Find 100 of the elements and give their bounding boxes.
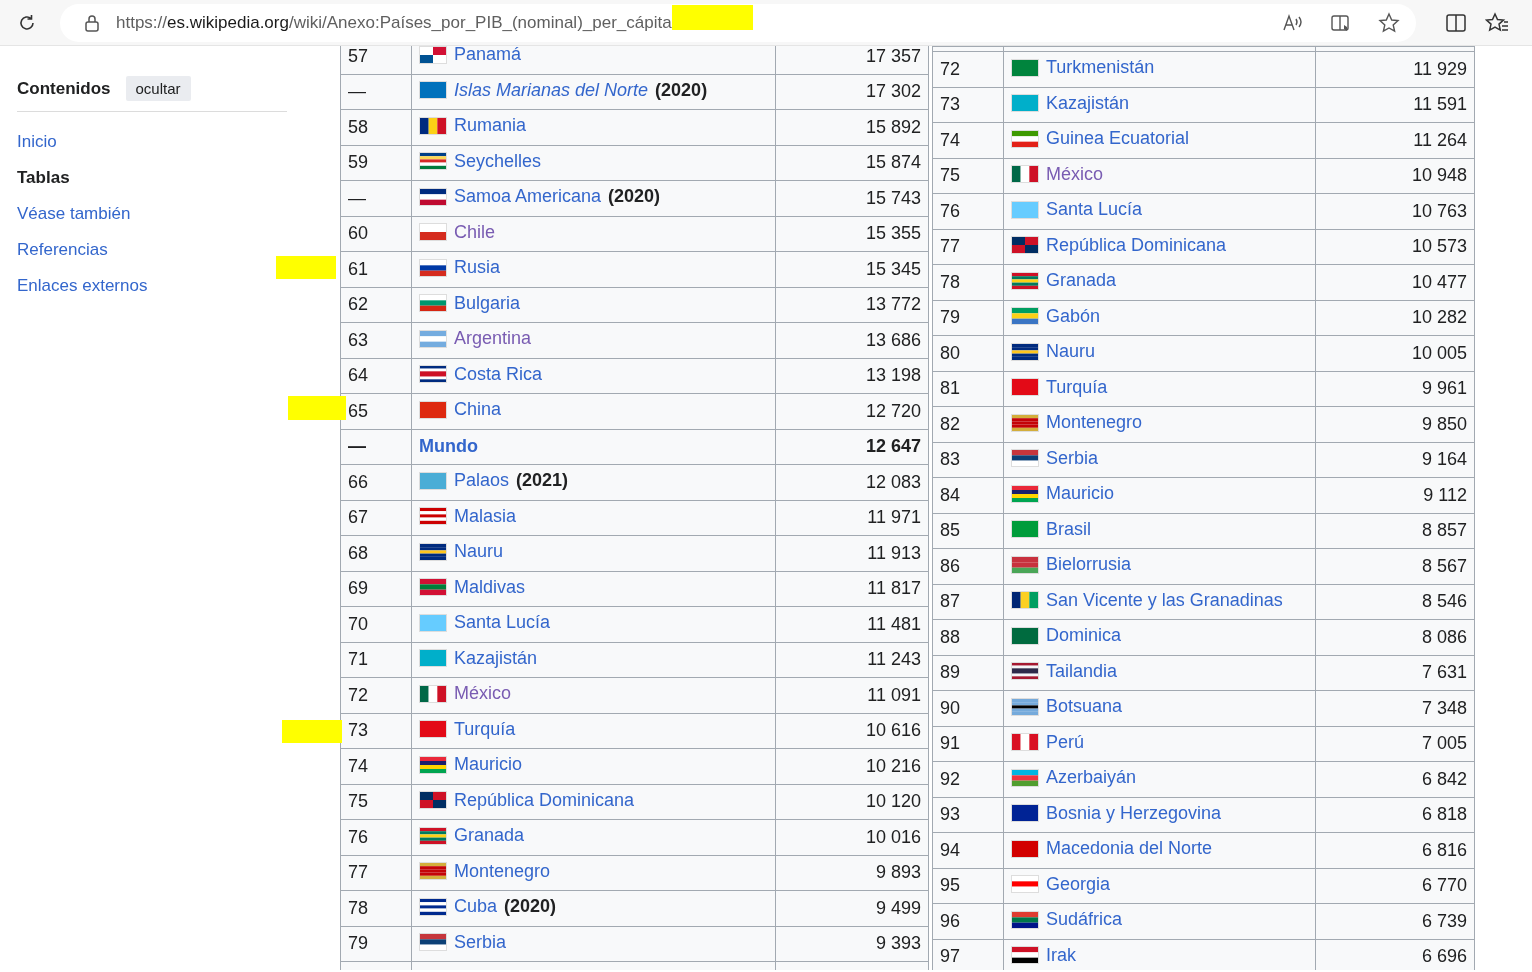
flag-icon [419, 826, 447, 845]
country-link[interactable]: Cuba [454, 896, 498, 917]
rank-cell: 76 [932, 193, 1004, 229]
gdp-cell: 13 772 [775, 287, 929, 323]
flag-icon [419, 933, 447, 951]
country-link[interactable]: Rumania [454, 115, 527, 136]
gdp-cell: 17 302 [775, 74, 929, 110]
country-link[interactable]: Samoa Americana [454, 186, 602, 207]
country-link[interactable]: China [454, 399, 502, 420]
rank-cell: 74 [932, 122, 1004, 158]
gdp-cell: 10 120 [775, 784, 929, 820]
toc-item[interactable]: Tablas [17, 160, 70, 196]
rank-cell: 85 [932, 513, 1004, 549]
country-link[interactable]: Santa Lucía [1046, 199, 1143, 220]
reload-icon[interactable] [17, 12, 37, 33]
flag-icon [419, 755, 447, 774]
country-link[interactable]: Santa Lucía [454, 612, 551, 633]
country-link[interactable]: Nauru [454, 541, 504, 562]
flag-icon [1011, 378, 1039, 396]
country-link[interactable]: Mauricio [454, 754, 523, 775]
flag-icon [1011, 946, 1039, 964]
flag-icon [1011, 129, 1039, 148]
country-link[interactable]: Mauricio [1046, 483, 1115, 504]
read-aloud-icon[interactable] [1282, 12, 1304, 33]
hide-button[interactable]: ocultar [125, 76, 191, 101]
gdp-cell: 13 198 [775, 358, 929, 394]
country-link[interactable]: Granada [1046, 270, 1117, 291]
gdp-cell: 11 971 [775, 500, 929, 536]
favorites-icon[interactable] [1485, 11, 1509, 34]
country-link[interactable]: Montenegro [1046, 412, 1143, 433]
country-link[interactable]: Sudáfrica [1046, 909, 1123, 930]
star-icon[interactable] [1378, 11, 1400, 34]
country-link[interactable]: Irak [1046, 944, 1076, 966]
country-link[interactable]: Kazajistán [454, 647, 538, 669]
toc-item[interactable]: Inicio [17, 124, 57, 160]
country-link[interactable]: Seychelles [454, 150, 542, 172]
country-link[interactable]: Perú [1046, 731, 1085, 753]
flag-icon [1011, 697, 1039, 716]
split-screen-icon[interactable] [1445, 12, 1467, 33]
address-bar[interactable]: https://es.wikipedia.org/wiki/Anexo:Países_por_PIB_(nominal)_per_cápita [60, 3, 1416, 42]
country-link[interactable]: Montenegro [454, 860, 551, 882]
gdp-cell: 7 631 [1315, 655, 1475, 691]
country-link[interactable]: Malasia [454, 505, 517, 527]
country-link[interactable]: Serbia [1046, 447, 1099, 469]
toc-item[interactable]: Véase también [17, 196, 131, 232]
country-link[interactable]: Islas Marianas del Norte [454, 79, 649, 101]
flag-icon [419, 329, 447, 348]
lock-icon[interactable] [84, 13, 100, 32]
country-link[interactable]: Rusia [454, 257, 501, 278]
country-link[interactable]: Serbia [454, 931, 507, 953]
country-link[interactable]: Costa Rica [454, 363, 543, 385]
country-link[interactable]: Mundo [419, 436, 478, 458]
flag-icon [1011, 94, 1039, 112]
gdp-cell: 6 818 [1315, 797, 1475, 833]
gdp-cell: 11 817 [775, 571, 929, 607]
country-link[interactable]: Gabón [1046, 305, 1101, 327]
country-link[interactable]: Botsuana [1046, 696, 1123, 717]
country-link[interactable]: Tailandia [1046, 660, 1118, 682]
country-link[interactable]: Bulgaria [454, 292, 521, 314]
country-link[interactable]: Turquía [454, 718, 516, 740]
country-link[interactable]: Kazajistán [1046, 92, 1130, 114]
rank-cell: 75 [932, 158, 1004, 194]
highlight-mark [276, 256, 336, 279]
country-link[interactable]: México [454, 683, 511, 704]
toc-item[interactable]: Referencias [17, 232, 108, 268]
country-link[interactable]: Granada [454, 825, 525, 846]
flag-icon [1011, 875, 1039, 893]
country-link[interactable]: México [1046, 163, 1103, 185]
flag-icon [1011, 520, 1039, 538]
gdp-cell: 11 264 [1315, 122, 1475, 158]
gdp-cell: 9 164 [1315, 442, 1475, 478]
gdp-cell: 15 743 [775, 180, 929, 216]
highlight-mark [288, 396, 346, 420]
rank-cell: 77 [340, 855, 412, 891]
gdp-cell: 11 243 [775, 642, 929, 678]
country-link[interactable]: Azerbaiyán [1046, 767, 1137, 788]
country-link[interactable]: Argentina [454, 328, 532, 349]
reader-view-icon[interactable] [1330, 12, 1352, 33]
country-link[interactable]: Maldivas [454, 576, 526, 598]
flag-icon [1011, 236, 1039, 254]
country-link[interactable]: Brasil [1046, 518, 1091, 540]
flag-icon [419, 81, 447, 99]
country-link[interactable]: Panamá [454, 46, 522, 65]
rank-cell: 92 [932, 761, 1004, 797]
country-link[interactable]: Chile [454, 221, 496, 243]
rank-cell: 82 [932, 406, 1004, 442]
country-link[interactable]: Dominica [1046, 625, 1122, 646]
gdp-cell: 9 850 [1315, 406, 1475, 442]
country-link[interactable]: Bielorrusia [1046, 554, 1132, 575]
toc-item[interactable]: Enlaces externos [17, 268, 148, 304]
gdp-cell: 6 816 [1315, 832, 1475, 868]
year-note: (2020) [655, 79, 708, 101]
gdp-cell: 13 686 [775, 322, 929, 358]
country-link[interactable]: Palaos [454, 470, 510, 491]
gdp-cell: 8 567 [1315, 548, 1475, 584]
country-link[interactable]: Georgia [1046, 873, 1111, 895]
flag-icon [419, 116, 447, 135]
country-link[interactable]: Nauru [1046, 341, 1096, 362]
country-link[interactable]: Turquía [1046, 376, 1108, 398]
flag-icon [1011, 910, 1039, 929]
